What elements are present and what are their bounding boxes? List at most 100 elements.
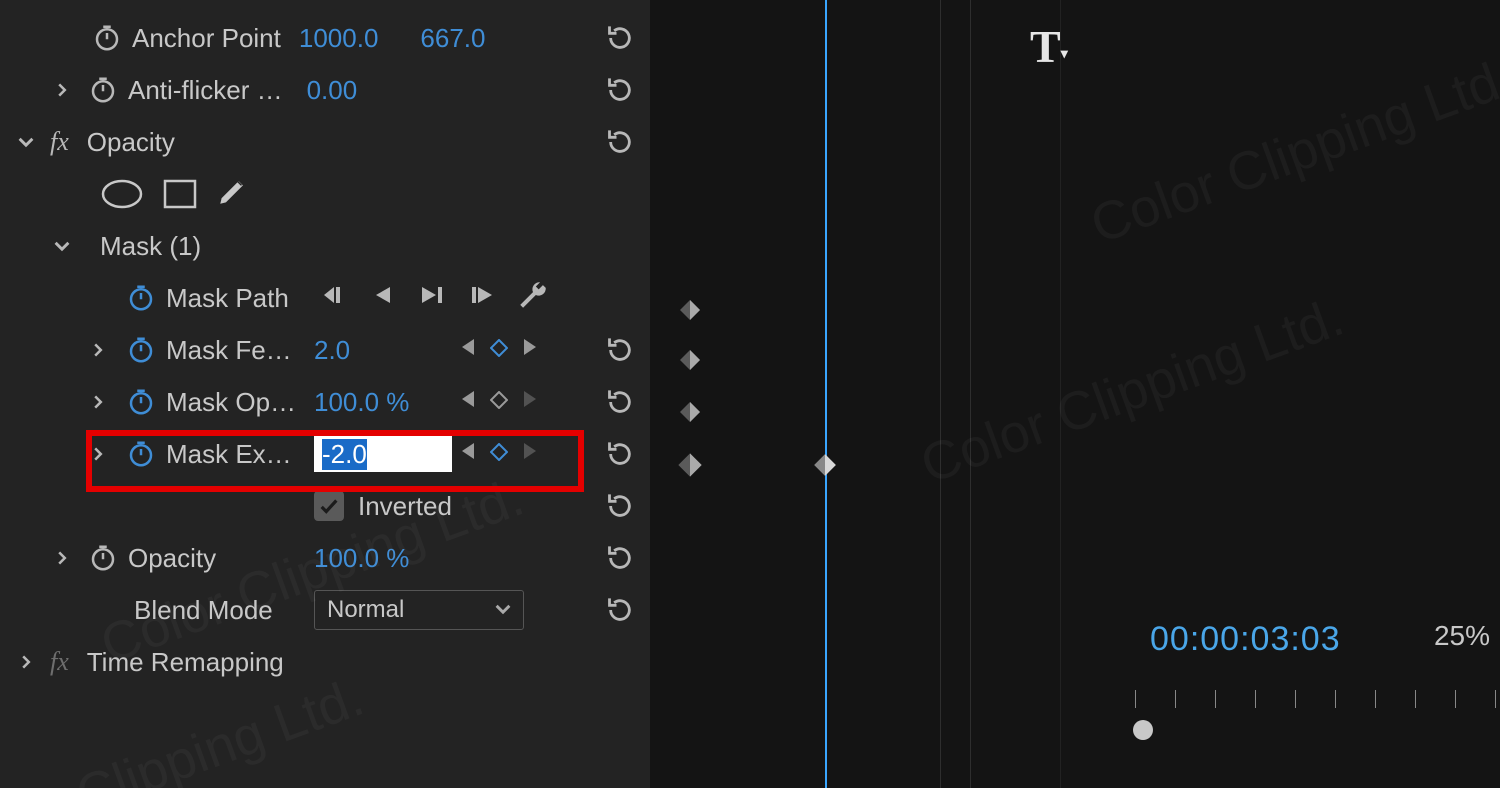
add-keyframe-icon[interactable] [490,336,508,364]
add-keyframe-icon[interactable] [490,388,508,416]
playhead-line[interactable] [825,0,827,788]
reset-icon[interactable] [602,540,638,576]
reset-icon[interactable] [602,20,638,56]
effect-controls-panel: Rotation 0.0 Anchor Point 1000.0 667.0 A… [0,0,650,788]
reset-icon[interactable] [602,488,638,524]
chevron-right-icon[interactable] [14,650,38,674]
reset-icon[interactable] [602,124,638,160]
keyframe-marker-active[interactable] [812,452,838,478]
reset-icon[interactable] [602,0,638,4]
playhead-secondary-line [970,0,971,788]
rectangle-mask-icon[interactable] [162,178,198,210]
mask-path-label: Mask Path [166,283,289,314]
reset-icon[interactable] [602,436,638,472]
stopwatch-icon[interactable] [124,333,158,367]
anchor-point-label: Anchor Point [132,23,281,54]
mask-opacity-value[interactable]: 100.0 % [314,387,409,418]
prev-keyframe-icon[interactable] [460,388,476,416]
ellipse-mask-icon[interactable] [100,178,144,210]
reset-icon[interactable] [602,72,638,108]
panel-divider [1060,0,1061,788]
chevron-down-icon [495,596,511,624]
next-keyframe-icon[interactable] [522,336,538,364]
effect-group-time-remapping: fx Time Remapping [0,636,650,688]
fx-icon[interactable]: fx [50,647,69,677]
next-keyframe-icon[interactable] [522,388,538,416]
mask-path-tools [320,272,550,324]
mask-expansion-input[interactable] [314,436,452,472]
add-keyframe-icon[interactable] [490,440,508,468]
program-zoom-value[interactable]: 25% [1434,620,1490,652]
mask-expansion-label: Mask Ex… [166,439,292,470]
prev-keyframe-icon[interactable] [460,336,476,364]
fx-icon[interactable]: fx [50,127,69,157]
reset-icon[interactable] [602,384,638,420]
time-remapping-label: Time Remapping [87,647,284,678]
property-row-mask-path: Mask Path [0,272,650,324]
property-row-anti-flicker: Anti-flicker … 0.00 [0,64,650,116]
property-row-mask-feather: Mask Fe… 2.0 [0,324,650,376]
anti-flicker-value[interactable]: 0.00 [307,75,358,106]
wrench-icon[interactable] [516,278,550,319]
playhead-knob[interactable] [1133,720,1153,740]
stopwatch-icon[interactable] [90,0,124,3]
property-row-anchor-point: Anchor Point 1000.0 667.0 [0,12,650,64]
chevron-right-icon[interactable] [50,546,74,570]
stopwatch-icon[interactable] [86,73,120,107]
mask-feather-value[interactable]: 2.0 [314,335,350,366]
anchor-y-value[interactable]: 667.0 [420,23,485,54]
keyframe-marker[interactable] [678,400,702,424]
stopwatch-icon[interactable] [124,385,158,419]
opacity-label: Opacity [128,543,216,574]
property-row-blend-mode: Blend Mode Normal [0,584,650,636]
program-timecode[interactable]: 00:00:03:03 [1150,620,1341,659]
chevron-right-icon[interactable] [50,78,74,102]
stopwatch-icon[interactable] [86,541,120,575]
inverted-label: Inverted [358,491,452,522]
stopwatch-icon[interactable] [124,281,158,315]
keyframe-marker[interactable] [676,451,704,479]
mask-group-label: Mask (1) [100,231,201,262]
chevron-right-icon[interactable] [86,338,110,362]
property-row-mask-opacity: Mask Op… 100.0 % [0,376,650,428]
mask-group-header: Mask (1) [0,220,650,272]
program-timeline-ruler[interactable] [1135,690,1500,730]
chevron-right-icon[interactable] [86,390,110,414]
keyframe-marker[interactable] [678,348,702,372]
mask-feather-label: Mask Fe… [166,335,292,366]
track-backward-one-icon[interactable] [320,283,348,314]
watermark-text: Color Clipping Ltd. [1083,46,1500,256]
watermark-text: Color Clipping Ltd. [913,286,1352,496]
keyframe-nav [460,428,538,480]
next-keyframe-icon[interactable] [522,440,538,468]
anchor-x-value[interactable]: 1000.0 [299,23,379,54]
property-row-inverted: Inverted [0,480,650,532]
chevron-down-icon[interactable] [50,234,74,258]
property-row-rotation: Rotation 0.0 [0,0,650,12]
opacity-group-label: Opacity [87,127,175,158]
mask-opacity-label: Mask Op… [166,387,296,418]
property-row-opacity: Opacity 100.0 % [0,532,650,584]
anti-flicker-label: Anti-flicker … [128,75,283,106]
chevron-right-icon[interactable] [86,442,110,466]
track-forward-icon[interactable] [418,283,446,314]
pen-mask-icon[interactable] [216,174,250,215]
rotation-value[interactable]: 0.0 [267,0,303,2]
blend-mode-select[interactable]: Normal [314,590,524,630]
stopwatch-icon[interactable] [90,21,124,55]
type-tool-icon[interactable]: T▾ [1030,20,1068,73]
chevron-down-icon[interactable] [14,130,38,154]
stopwatch-icon[interactable] [124,437,158,471]
prev-keyframe-icon[interactable] [460,440,476,468]
blend-mode-value: Normal [327,596,404,624]
reset-icon[interactable] [602,592,638,628]
reset-icon[interactable] [602,332,638,368]
inverted-checkbox[interactable] [314,491,344,521]
rotation-label: Rotation [132,0,229,2]
keyframe-marker[interactable] [678,298,702,322]
keyframe-nav [460,324,538,376]
track-backward-icon[interactable] [372,283,394,314]
track-forward-one-icon[interactable] [470,283,492,314]
opacity-value[interactable]: 100.0 % [314,543,409,574]
timeline-preview-area: T▾ 00:00:03:03 25% Color Clipping Ltd. C… [650,0,1500,788]
